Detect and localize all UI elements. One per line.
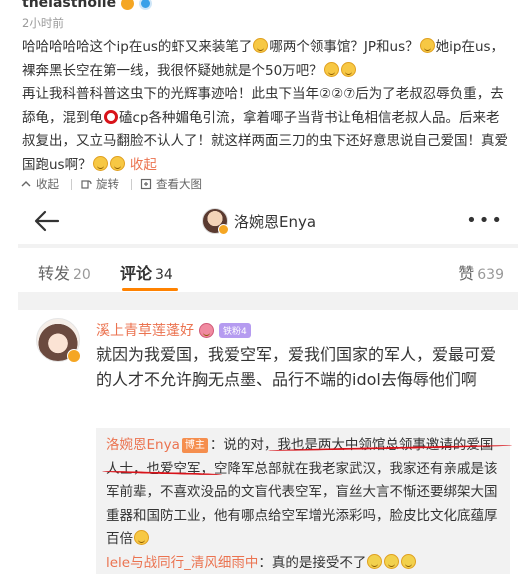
tab-like[interactable]: 赞 639 (458, 260, 504, 284)
post-header: thelastholle (22, 0, 153, 12)
screenshot-title: 洛婉恩Enya (202, 208, 316, 235)
tab-like-label: 赞 (458, 264, 475, 283)
comment-author-row: 溪上青草莲蓬好 铁粉4 (96, 320, 251, 340)
tab-repost-label: 转发 (38, 264, 71, 283)
grin-emoji-icon (109, 155, 125, 171)
tab-repost[interactable]: 转发 20 (38, 260, 91, 284)
tab-comment[interactable]: 评论 34 (120, 260, 173, 284)
embedded-screenshot: 洛婉恩Enya ••• 转发 20 评论 34 赞 639 溪上青草莲蓬好 铁粉4 就… (18, 198, 518, 576)
avatar[interactable] (36, 318, 81, 363)
collapse-link[interactable]: 收起 (130, 157, 157, 173)
collapse-image-button[interactable]: 收起 (20, 176, 72, 192)
tab-comment-count: 34 (155, 267, 173, 283)
interaction-tabs: 转发 20 评论 34 赞 639 (18, 248, 518, 292)
comment-item: 溪上青草莲蓬好 铁粉4 就因为我爱国，我爱空军，爱我们国家的军人，爱最可爱的人才… (18, 310, 518, 576)
tab-repost-count: 20 (73, 267, 91, 283)
rotate-label: 旋转 (96, 177, 119, 191)
fan-level-badge: 铁粉4 (219, 322, 251, 338)
reply-author[interactable]: 洛婉恩Enya (106, 437, 180, 453)
back-arrow-icon[interactable] (32, 206, 62, 236)
vip-badge-icon (67, 349, 81, 363)
image-toolbar: 收起 旋转 查看大图 (20, 176, 210, 192)
reply-item: lele与战同行_清风细雨中：真的是接受不了 (106, 552, 500, 576)
collapse-label: 收起 (36, 177, 59, 191)
verified-badge-icon (139, 0, 153, 10)
fan-badge-label: 铁粉4 (223, 326, 247, 337)
view-large-label: 查看大图 (156, 177, 202, 191)
host-badge: 博主 (181, 438, 208, 453)
grin-emoji-icon (340, 61, 356, 77)
vip-badge-icon (121, 0, 135, 10)
tab-like-count: 639 (477, 267, 504, 283)
rotate-image-button[interactable]: 旋转 (80, 176, 132, 192)
more-icon[interactable]: ••• (466, 210, 504, 231)
reply-item: 洛婉恩Enya 博主 ：说的对，我也是两大中领馆总领事邀请的爱国人士，也爱空军，空降… (106, 434, 500, 552)
weibo-post: thelastholle 2小时前 哈哈哈哈哈这个ip在us的虾又来装笔了 哪两个… (0, 0, 518, 198)
zoom-icon (140, 178, 152, 190)
comment-text: 就因为我爱国，我爱空军，爱我们国家的军人，爱最可爱的人才不允许胸无点墨、品行不端… (96, 345, 497, 389)
grin-emoji-icon (92, 155, 108, 171)
grin-emoji-icon (419, 38, 435, 53)
tab-comment-label: 评论 (120, 264, 153, 283)
reply-text: ：真的是接受不了 (258, 554, 367, 571)
avatar[interactable] (202, 208, 229, 235)
rotate-icon (81, 180, 92, 189)
grin-emoji-icon (253, 38, 269, 53)
cry-emoji-icon (401, 553, 417, 569)
active-tab-indicator (122, 288, 178, 291)
collapse-icon (21, 181, 31, 187)
post-author[interactable]: thelastholle (22, 0, 116, 11)
cry-emoji-icon (367, 553, 383, 569)
heart-emoji-icon (199, 322, 214, 338)
post-text: 哈哈哈哈哈这个ip在us的虾又来装笔了 (22, 39, 253, 55)
post-time: 2小时前 (22, 16, 64, 30)
reply-author[interactable]: lele与战同行_清风细雨中 (106, 555, 258, 571)
post-body: 哈哈哈哈哈这个ip在us的虾又来装笔了 哪两个领事馆？JP和us？ 她ip在us，裸… (22, 36, 508, 177)
no-entry-icon (104, 109, 118, 124)
cry-emoji-icon (384, 553, 400, 569)
grin-emoji-icon (323, 61, 339, 77)
smile-emoji-icon (134, 530, 149, 545)
post-text: 哪两个领事馆？JP和us？ (269, 39, 419, 55)
comment-author[interactable]: 溪上青草莲蓬好 (96, 320, 194, 340)
profile-name[interactable]: 洛婉恩Enya (234, 211, 316, 232)
screenshot-header: 洛婉恩Enya ••• (18, 198, 518, 244)
view-large-button[interactable]: 查看大图 (140, 176, 202, 192)
